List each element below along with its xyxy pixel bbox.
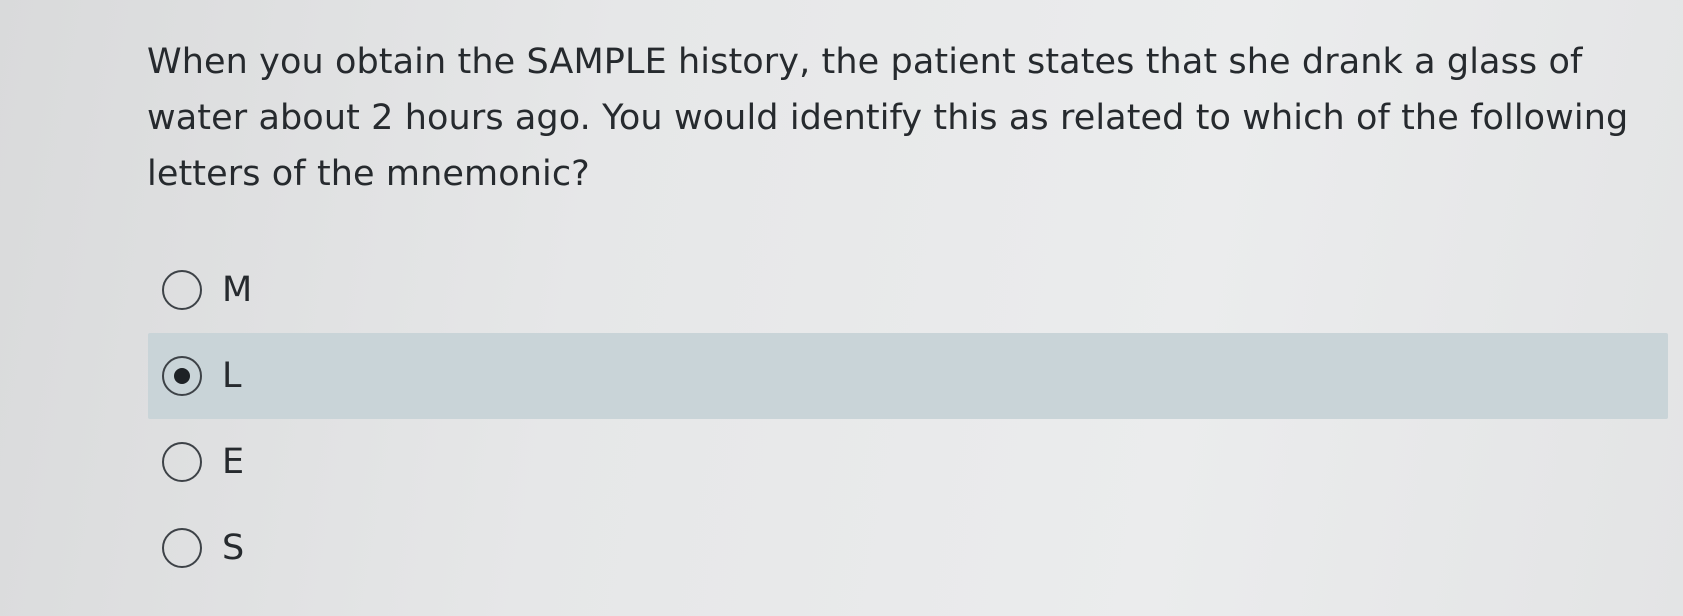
radio-button-unselected[interactable] [162, 442, 202, 482]
option-m[interactable]: M [148, 247, 1668, 333]
radio-button-unselected[interactable] [162, 528, 202, 568]
option-label: L [222, 356, 242, 396]
option-s[interactable]: S [148, 505, 1668, 591]
option-e[interactable]: E [148, 419, 1668, 505]
question-text: When you obtain the SAMPLE history, the … [147, 42, 1629, 194]
option-label: E [222, 442, 245, 482]
radio-button-selected[interactable] [162, 356, 202, 396]
radio-button-unselected[interactable] [162, 270, 202, 310]
option-label: M [222, 270, 253, 310]
quiz-question-panel: When you obtain the SAMPLE history, the … [0, 0, 1683, 616]
answer-options: M L E S [148, 247, 1668, 591]
radio-selected-dot-icon [174, 368, 190, 384]
option-label: S [222, 528, 245, 568]
option-l[interactable]: L [148, 333, 1668, 419]
